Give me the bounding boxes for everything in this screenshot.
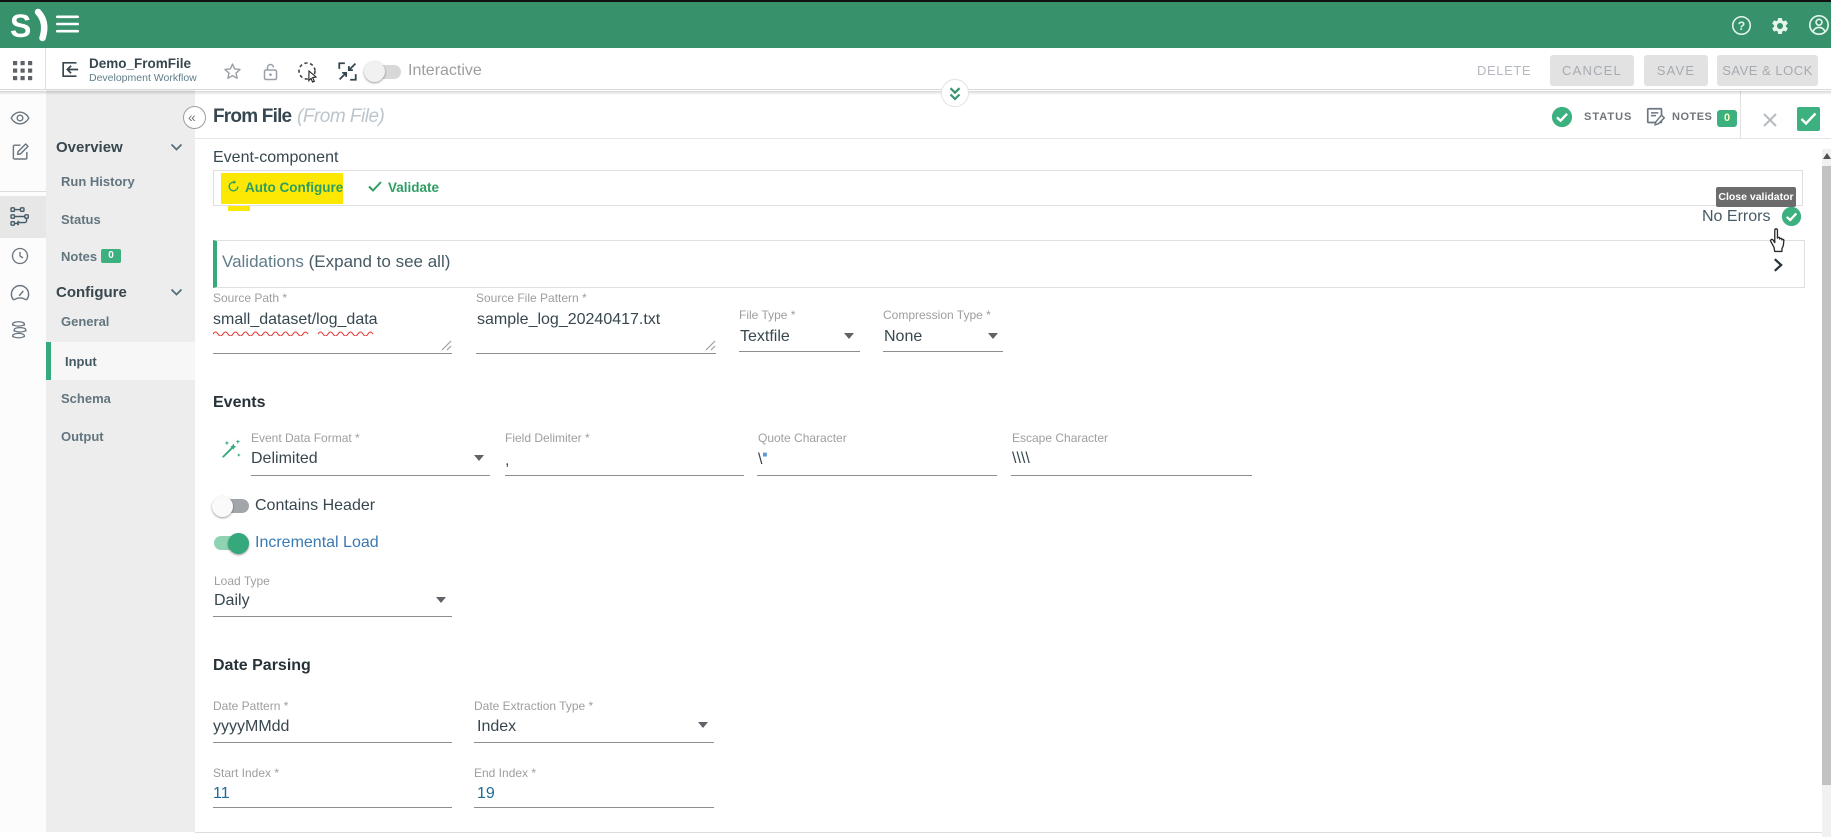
svg-text:?: ? — [1738, 19, 1745, 33]
svg-text:S: S — [10, 8, 31, 43]
